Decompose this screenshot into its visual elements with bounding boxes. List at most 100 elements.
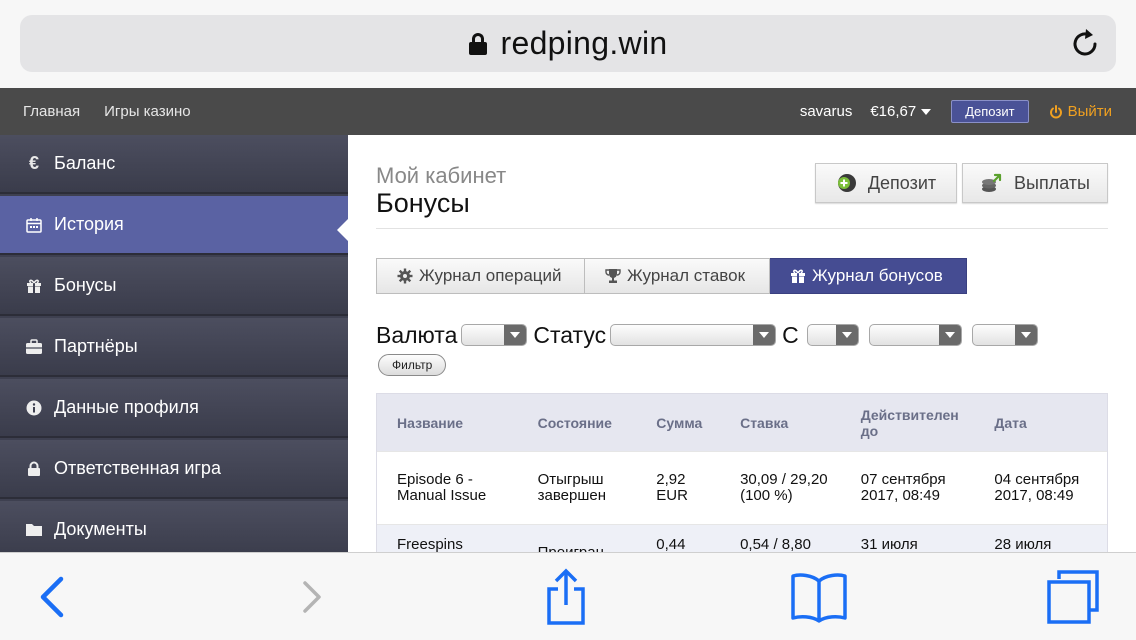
share-button[interactable] (536, 553, 596, 640)
sidebar-item-profile[interactable]: Данные профиля (0, 379, 348, 438)
sidebar-item-label: История (54, 214, 124, 234)
cell-date: 04 сентября 2017, 08:49 (994, 471, 1080, 504)
browser-toolbar (0, 552, 1136, 640)
sidebar: € Баланс История Бонусы Партнёры Данные … (0, 135, 348, 552)
column-header-valid-until: Действителен до (860, 406, 959, 439)
history-tabs: Журнал операций Журнал ставок Журнал бон… (376, 258, 967, 294)
tab-operations-log[interactable]: Журнал операций (376, 258, 585, 294)
bookmarks-button[interactable] (788, 553, 850, 640)
cell-wager: 0,54 / 8,80 (740, 536, 811, 553)
share-icon (547, 568, 585, 625)
coins-icon (982, 173, 1002, 192)
page-title: Бонусы (376, 188, 470, 218)
sidebar-item-bonuses[interactable]: Бонусы (0, 257, 348, 316)
table-row: Freespins Проигран 0,44 0,54 / 8,80 31 и… (377, 524, 1107, 552)
status-select[interactable] (610, 324, 777, 346)
address-bar[interactable]: redping.win (20, 15, 1116, 72)
add-circle-icon (837, 174, 856, 192)
chevron-down-icon (753, 325, 776, 345)
browser-address-area: redping.win (0, 0, 1136, 88)
cell-wager: 30,09 / 29,20 (100 %) (740, 471, 828, 504)
sidebar-item-responsible-gaming[interactable]: Ответственная игра (0, 440, 348, 499)
balance-value: €16,67 (870, 103, 917, 120)
cell-name: Episode 6 - Manual Issue (397, 471, 487, 504)
url-text[interactable]: redping.win (501, 25, 668, 62)
cell-state: Отыгрыш завершен (537, 471, 606, 504)
back-icon (40, 576, 64, 618)
chevron-down-icon (921, 108, 932, 115)
chevron-down-icon (938, 325, 961, 345)
status-label: Статус (533, 321, 607, 348)
logout-label: Выйти (1067, 103, 1112, 120)
cell-amount: 2,92 EUR (656, 471, 688, 504)
reload-icon[interactable] (1068, 27, 1102, 61)
chevron-down-icon (1014, 325, 1037, 345)
folder-icon (24, 522, 44, 537)
from-year-select[interactable] (971, 324, 1038, 346)
sidebar-item-label: Ответственная игра (54, 458, 221, 478)
calendar-icon (24, 217, 44, 233)
gear-icon (397, 268, 413, 284)
tabs-button[interactable] (1040, 553, 1104, 640)
logout-link[interactable]: Выйти (1049, 103, 1112, 120)
back-button[interactable] (22, 553, 82, 640)
filter-button[interactable]: Фильтр (378, 354, 447, 376)
breadcrumb[interactable]: Мой кабинет (376, 163, 506, 189)
deposit-button[interactable]: Депозит (815, 163, 957, 203)
column-header-wager: Ставка (740, 414, 789, 431)
url-display[interactable]: redping.win (20, 15, 1116, 72)
sidebar-item-label: Баланс (54, 153, 116, 173)
sidebar-item-partners[interactable]: Партнёры (0, 318, 348, 377)
top-navigation: Главная Игры казино savarus €16,67 Депоз… (0, 88, 1136, 135)
currency-select[interactable] (461, 324, 528, 346)
sidebar-item-label: Бонусы (54, 275, 117, 295)
tabs-icon (1047, 570, 1099, 624)
cell-state: Проигран (518, 537, 637, 553)
from-month-select[interactable] (868, 324, 962, 346)
lock-icon (24, 461, 44, 477)
bookmarks-icon (791, 573, 847, 623)
forward-button[interactable] (282, 553, 342, 640)
column-header-name: Название (397, 414, 464, 431)
lock-icon (468, 32, 487, 55)
forward-icon (303, 581, 321, 613)
nav-link-casino-games[interactable]: Игры казино (104, 103, 191, 120)
column-header-state: Состояние (537, 414, 612, 431)
sidebar-item-balance[interactable]: € Баланс (0, 135, 348, 194)
cell-amount: 0,44 (656, 536, 686, 553)
tab-bets-log[interactable]: Журнал ставок (585, 258, 770, 294)
deposit-button-label: Депозит (867, 172, 937, 193)
from-day-select[interactable] (806, 324, 859, 346)
cell-date: 28 июля (994, 536, 1052, 553)
payouts-button[interactable]: Выплаты (962, 163, 1108, 203)
gift-icon (24, 278, 44, 294)
from-label: С (782, 321, 799, 348)
header-deposit-button[interactable]: Депозит (951, 100, 1029, 123)
currency-label: Валюта (376, 321, 458, 348)
cell-name: Freespins (397, 536, 463, 553)
payouts-button-label: Выплаты (1014, 172, 1090, 193)
active-indicator (337, 219, 348, 241)
sidebar-item-label: Документы (54, 519, 147, 539)
tab-bonuses-log[interactable]: Журнал бонусов (770, 258, 967, 294)
username[interactable]: savarus (800, 103, 853, 120)
trophy-icon (605, 269, 621, 283)
bonuses-table: Название Состояние Сумма Ставка Действит… (376, 393, 1108, 552)
table-row: Episode 6 - Manual Issue Отыгрыш заверше… (377, 451, 1107, 524)
main-content: Мой кабинет Бонусы Депозит Выплаты Журна… (348, 135, 1136, 552)
balance-dropdown[interactable]: €16,67 (870, 103, 932, 120)
divider (376, 228, 1108, 229)
power-icon (1049, 104, 1062, 118)
nav-link-home[interactable]: Главная (23, 103, 80, 120)
tab-label: Журнал операций (419, 266, 562, 285)
sidebar-item-documents[interactable]: Документы (0, 501, 348, 552)
chevron-down-icon (835, 325, 858, 345)
sidebar-item-history[interactable]: История (0, 196, 348, 255)
tab-label: Журнал ставок (627, 266, 746, 285)
euro-icon: € (28, 153, 39, 173)
tab-label: Журнал бонусов (812, 266, 943, 285)
table-header: Название Состояние Сумма Ставка Действит… (377, 394, 1107, 451)
filter-bar: Валюта Статус С (376, 321, 1044, 349)
cell-valid-until: 31 июля (860, 536, 918, 553)
cell-valid-until: 07 сентября 2017, 08:49 (860, 471, 946, 504)
